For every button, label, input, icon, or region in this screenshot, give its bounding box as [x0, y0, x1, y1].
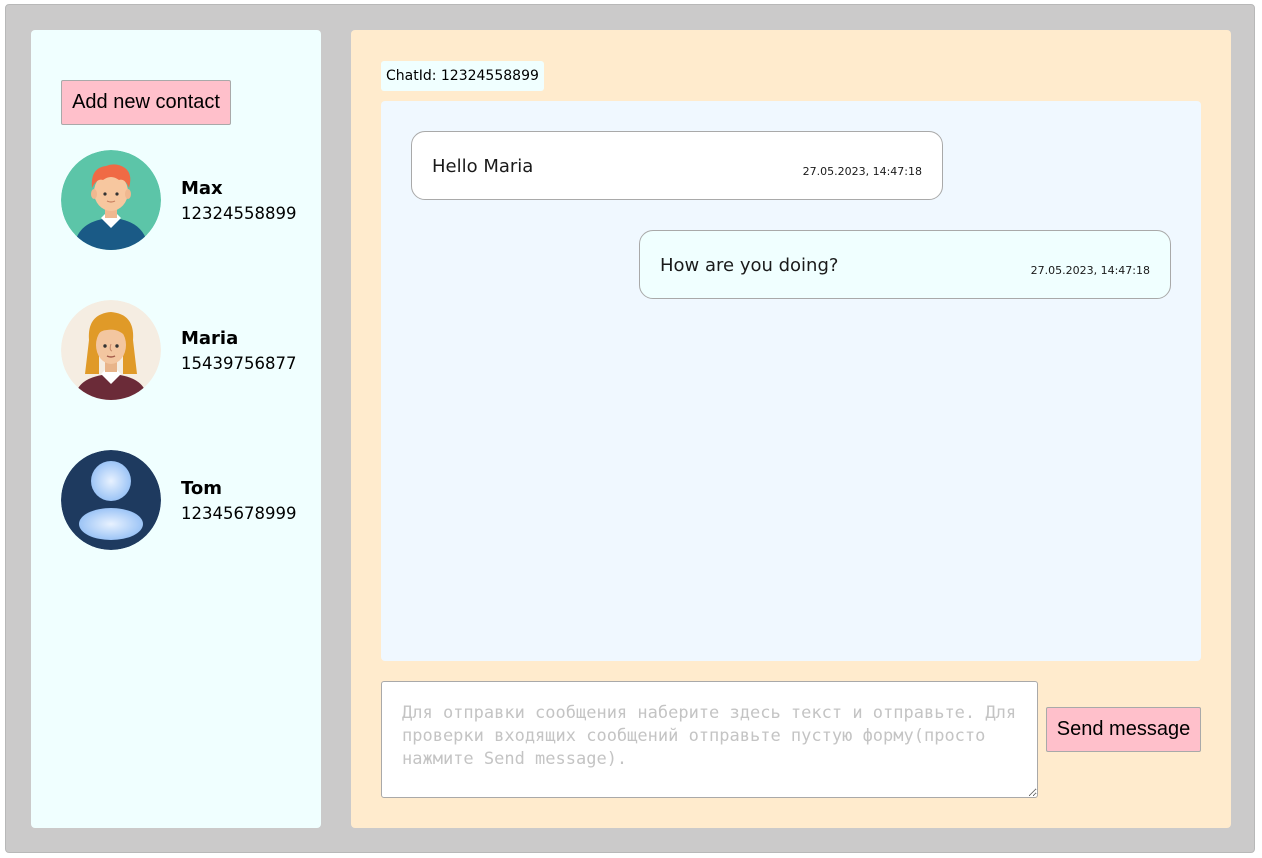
contact-phone: 15439756877 [181, 354, 297, 373]
contact-name: Max [181, 178, 223, 199]
send-message-button[interactable]: Send message [1046, 707, 1201, 752]
chat-id-label: ChatId: 12324558899 [381, 61, 544, 91]
message-text: How are you doing? [660, 255, 839, 276]
app-frame: Add new contact Max 12324558899 Maria 15… [5, 4, 1255, 853]
contact-name: Tom [181, 478, 223, 499]
chat-panel: ChatId: 12324558899 Hello Maria 27.05.20… [351, 30, 1231, 828]
contact-item-max[interactable]: Max 12324558899 [61, 150, 311, 250]
avatar-woman-blonde-icon [61, 300, 161, 400]
message-incoming: Hello Maria 27.05.2023, 14:47:18 [411, 131, 943, 200]
message-outgoing: How are you doing? 27.05.2023, 14:47:18 [639, 230, 1171, 299]
message-timestamp: 27.05.2023, 14:47:18 [1030, 264, 1150, 277]
contact-item-maria[interactable]: Maria 15439756877 [61, 300, 311, 400]
contact-phone: 12324558899 [181, 204, 297, 223]
contact-name: Maria [181, 328, 239, 349]
message-text: Hello Maria [432, 156, 534, 177]
add-contact-button[interactable]: Add new contact [61, 80, 231, 125]
contact-item-tom[interactable]: Tom 12345678999 [61, 450, 311, 550]
message-timestamp: 27.05.2023, 14:47:18 [802, 165, 922, 178]
avatar-man-red-hair-icon [61, 150, 161, 250]
message-input[interactable] [381, 681, 1038, 798]
messages-area[interactable]: Hello Maria 27.05.2023, 14:47:18 How are… [381, 101, 1201, 661]
contact-phone: 12345678999 [181, 504, 297, 523]
default-user-icon [61, 450, 161, 550]
contacts-sidebar: Add new contact Max 12324558899 Maria 15… [31, 30, 321, 828]
